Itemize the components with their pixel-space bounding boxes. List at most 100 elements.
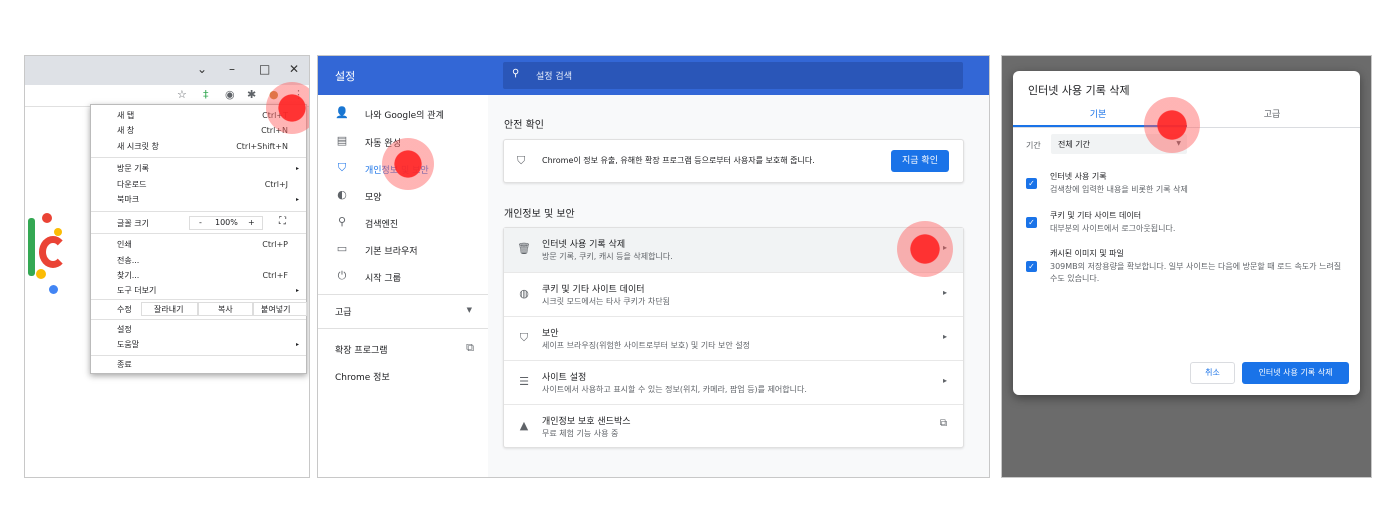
section-heading-safety: 안전 확인 [504,120,544,131]
search-icon: ⚲ [512,68,520,79]
copy-button[interactable]: 복사 [218,304,233,315]
zoom-value: 100% [215,218,238,227]
logo-dot-yellow [54,228,62,236]
cut-button[interactable]: 잘라내기 [154,304,183,315]
menu-item-history[interactable]: 방문 기록 ▸ [91,162,306,176]
puzzle-icon[interactable]: ✱ [247,88,256,101]
sliders-icon: ☰ [519,375,529,388]
settings-window: 설정 ⚲ 설정 검색 👤나와 Google의 관계 ▤자동 완성 ⛉개인정보 및… [317,55,990,478]
menu-item-label: 북마크 [117,195,140,204]
cookie-icon: ◍ [519,287,529,300]
menu-item-exit[interactable]: 종료 [91,358,306,372]
sidebar-item-label: Chrome 정보 [335,373,390,383]
zoom-in-button[interactable]: + [248,218,255,227]
menu-divider [91,211,306,212]
row-title: 인터넷 사용 기록 삭제 [542,240,626,250]
sidebar-item-about[interactable]: Chrome 정보 [318,366,488,386]
option-title: 캐시된 이미지 및 파일 [1050,249,1124,258]
menu-item-label: 전송... [117,256,140,265]
cancel-button[interactable]: 취소 [1190,362,1235,384]
checkbox-cookies[interactable]: ✓ [1026,217,1037,228]
sidebar-item-extensions[interactable]: 확장 프로그램 ⧉ [318,339,488,359]
extension-ladder-icon[interactable]: ‡ [203,88,209,101]
menu-item-incognito[interactable]: 새 시크릿 창 Ctrl+Shift+N [91,140,306,154]
sidebar-item-default-browser[interactable]: ▭ 기본 브라우저 [318,240,488,260]
sidebar-item-you-and-google[interactable]: 👤 나와 Google의 관계 [318,104,488,124]
menu-item-more-tools[interactable]: 도구 더보기 ▸ [91,284,306,298]
menu-item-label: 찾기... [117,271,140,280]
row-title: 사이트 설정 [542,373,587,383]
external-link-icon: ⧉ [466,341,474,354]
flask-icon: ▲ [519,419,529,432]
sidebar-item-label: 확장 프로그램 [335,346,388,356]
logo-bar-green [28,218,35,276]
sidebar-item-label: 모양 [365,193,382,203]
row-clear-browsing-data[interactable]: 🗑 인터넷 사용 기록 삭제 방문 기록, 쿠키, 캐시 등을 삭제합니다. ▸ [504,228,963,272]
logo-dot-blue [49,285,58,294]
sidebar-item-label: 시작 그룹 [365,274,401,284]
menu-item-shortcut: Ctrl+J [264,180,288,189]
close-button[interactable]: ✕ [289,62,299,76]
menu-item-help[interactable]: 도움말 ▸ [91,338,306,352]
dialog-title: 인터넷 사용 기록 삭제 [1028,84,1130,97]
menu-item-shortcut: Ctrl+Shift+N [236,142,288,151]
row-title: 개인정보 보호 샌드박스 [542,417,631,427]
zoom-out-button[interactable]: - [199,218,202,227]
checkbox-cache[interactable]: ✓ [1026,261,1037,272]
sidebar-item-advanced[interactable]: 고급 ▼ [318,301,488,321]
title-bar: ⌄ – □ ✕ [25,56,309,85]
menu-item-label: 새 창 [117,126,135,135]
menu-divider [91,319,306,320]
row-subtitle: 시크릿 모드에서는 타사 쿠키가 차단됨 [542,297,670,306]
menu-item-downloads[interactable]: 다운로드 Ctrl+J [91,178,306,192]
clipboard-icon: ▤ [336,134,348,147]
option-title: 쿠키 및 기타 사이트 데이터 [1050,211,1142,220]
menu-item-settings[interactable]: 설정 [91,323,306,337]
row-subtitle: 방문 기록, 쿠키, 캐시 등을 삭제합니다. [542,252,673,261]
menu-item-find[interactable]: 찾기... Ctrl+F [91,269,306,283]
menu-divider [91,299,306,300]
chevron-right-icon: ▸ [942,288,947,297]
star-icon[interactable]: ☆ [177,88,187,101]
sidebar-item-search-engine[interactable]: ⚲ 검색엔진 [318,213,488,233]
menu-item-cast[interactable]: 전송... [91,254,306,268]
menu-item-print[interactable]: 인쇄 Ctrl+P [91,238,306,252]
menu-item-label: 방문 기록 [117,164,149,173]
click-highlight-marker [897,221,953,277]
paste-button[interactable]: 붙여넣기 [261,304,290,315]
extension-circle-icon[interactable]: ◉ [225,88,235,101]
option-desc: 대부분의 사이트에서 로그아웃됩니다. [1050,224,1176,233]
row-security[interactable]: ⛉ 보안 세이프 브라우징(위험한 사이트로부터 보호) 및 기타 보안 설정 … [504,316,963,360]
minimize-button[interactable]: – [229,62,235,76]
row-site-settings[interactable]: ☰ 사이트 설정 사이트에서 사용하고 표시할 수 있는 정보(위치, 카메라,… [504,360,963,404]
search-input[interactable]: ⚲ 설정 검색 [503,62,963,89]
menu-item-bookmarks[interactable]: 북마크 ▸ [91,193,306,207]
row-cookies[interactable]: ◍ 쿠키 및 기타 사이트 데이터 시크릿 모드에서는 타사 쿠키가 차단됨 ▸ [504,272,963,316]
check-now-button[interactable]: 지금 확인 [891,150,949,172]
maximize-button[interactable]: □ [259,62,270,76]
row-privacy-sandbox[interactable]: ▲ 개인정보 보호 샌드박스 무료 체험 기능 사용 중 ⧉ [504,404,963,448]
menu-item-label: 설정 [117,325,132,334]
sidebar-item-on-startup[interactable]: ⏻ 시작 그룹 [318,267,488,287]
menu-item-label: 새 시크릿 창 [117,142,159,151]
sidebar-item-label: 기본 브라우저 [365,247,418,257]
submenu-arrow-icon: ▸ [295,287,299,294]
chevron-down-icon: ▼ [466,306,472,314]
chevron-right-icon: ▸ [942,376,947,385]
search-icon: ⚲ [337,215,347,228]
option-desc: 309MB의 저장용량을 확보합니다. 일부 사이트는 다음에 방문할 때 로드… [1050,262,1342,283]
trash-icon: 🗑 [517,242,531,255]
tab-advanced[interactable]: 고급 [1187,107,1357,120]
tab-search-icon[interactable]: ⌄ [197,62,207,76]
time-range-label: 기간 [1026,141,1041,150]
privacy-card: 🗑 인터넷 사용 기록 삭제 방문 기록, 쿠키, 캐시 등을 삭제합니다. ▸… [503,227,964,448]
menu-item-label: 도구 더보기 [117,286,157,295]
fullscreen-icon[interactable]: ⛶ [279,216,286,227]
logo-dot-red [42,213,52,223]
row-title: 보안 [542,329,559,339]
menu-item-label: 도움말 [117,340,140,349]
sidebar-item-label: 검색엔진 [365,220,399,230]
checkbox-browsing-history[interactable]: ✓ [1026,178,1037,189]
palette-icon: ◐ [337,188,347,201]
clear-data-button[interactable]: 인터넷 사용 기록 삭제 [1242,362,1349,384]
